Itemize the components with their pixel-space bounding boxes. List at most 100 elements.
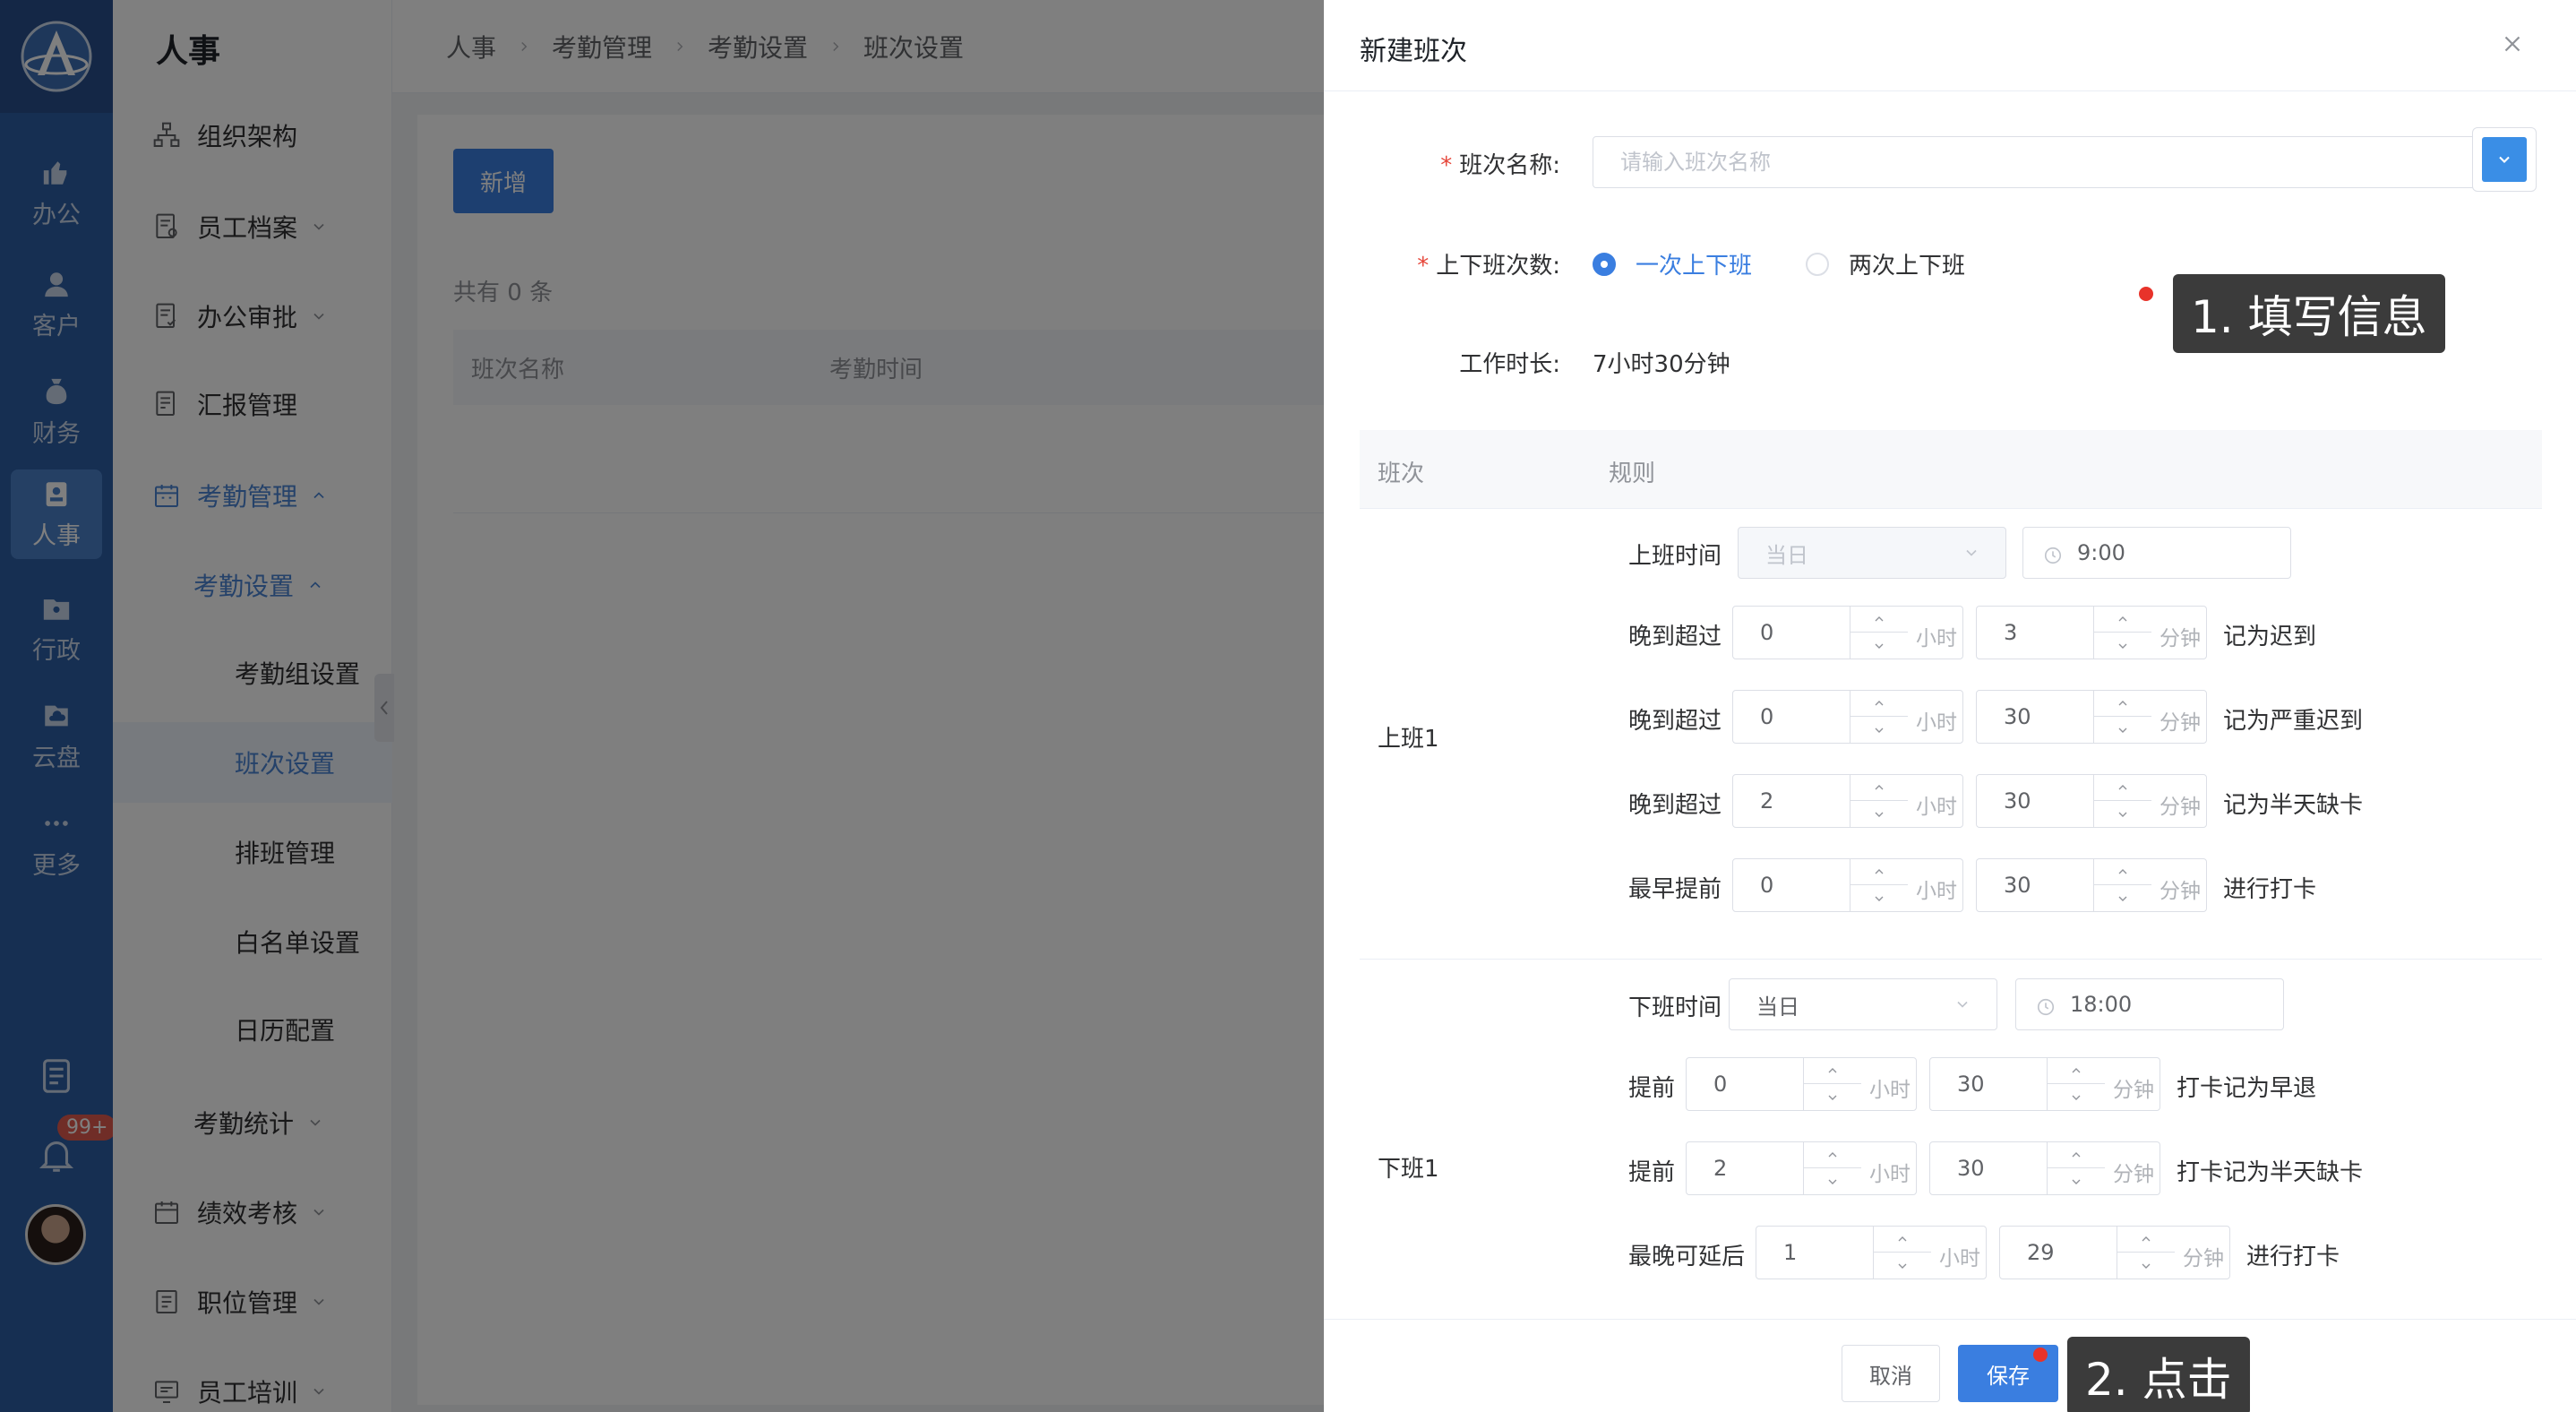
increment-button[interactable] bbox=[2094, 607, 2151, 633]
decrement-button[interactable] bbox=[2094, 801, 2151, 827]
rule-suffix: 进行打卡 bbox=[2246, 1244, 2340, 1270]
hours-stepper[interactable]: 0 小时 bbox=[1686, 1057, 1917, 1111]
decrement-button[interactable] bbox=[1850, 885, 1908, 911]
on-day-select[interactable]: 当日 bbox=[1738, 527, 2006, 579]
close-icon[interactable] bbox=[2499, 30, 2526, 57]
decrement-button[interactable] bbox=[2094, 885, 2151, 911]
minutes-stepper[interactable]: 30 分钟 bbox=[1929, 1141, 2160, 1195]
chevron-up-icon bbox=[2118, 785, 2127, 790]
stepper-value: 3 bbox=[2004, 620, 2018, 645]
radio-once[interactable]: 一次上下班 bbox=[1593, 247, 1752, 280]
rule-label: 最晚可延后 bbox=[1628, 1244, 1746, 1270]
shift-name-input[interactable] bbox=[1593, 136, 2519, 188]
chevron-down-icon bbox=[1828, 1095, 1837, 1100]
increment-button[interactable] bbox=[1850, 775, 1908, 801]
increment-button[interactable] bbox=[1804, 1142, 1861, 1168]
shift-color-picker[interactable] bbox=[2472, 127, 2537, 192]
stepper-value: 1 bbox=[1783, 1240, 1798, 1265]
hours-stepper[interactable]: 0 小时 bbox=[1732, 858, 1963, 912]
radio-label: 一次上下班 bbox=[1636, 253, 1753, 280]
stepper-buttons bbox=[1850, 775, 1908, 827]
on-duty-section-label: 上班1 bbox=[1378, 726, 1439, 753]
increment-button[interactable] bbox=[2094, 691, 2151, 717]
hour-unit: 小时 bbox=[1869, 1163, 1911, 1186]
stepper-value: 0 bbox=[1713, 1072, 1728, 1097]
hours-stepper[interactable]: 2 小时 bbox=[1686, 1141, 1917, 1195]
radio-twice[interactable]: 两次上下班 bbox=[1806, 247, 1965, 280]
increment-button[interactable] bbox=[2094, 859, 2151, 885]
decrement-button[interactable] bbox=[2117, 1253, 2175, 1279]
minutes-stepper[interactable]: 30 分钟 bbox=[1976, 774, 2207, 828]
decrement-button[interactable] bbox=[1804, 1168, 1861, 1194]
stepper-buttons bbox=[2117, 1227, 2175, 1279]
decrement-button[interactable] bbox=[1850, 801, 1908, 827]
chevron-up-icon bbox=[2118, 869, 2127, 874]
chevron-up-icon bbox=[2118, 616, 2127, 622]
rule-suffix: 打卡记为半天缺卡 bbox=[2177, 1159, 2364, 1186]
decrement-button[interactable] bbox=[2094, 633, 2151, 659]
decrement-button[interactable] bbox=[2048, 1084, 2105, 1110]
decrement-button[interactable] bbox=[1850, 717, 1908, 743]
hours-stepper[interactable]: 0 小时 bbox=[1732, 690, 1963, 744]
radio-dot bbox=[1593, 252, 1616, 276]
drawer-header: 新建班次 bbox=[1324, 0, 2576, 91]
time-value: 18:00 bbox=[2070, 992, 2133, 1017]
increment-button[interactable] bbox=[1850, 859, 1908, 885]
hours-stepper[interactable]: 1 小时 bbox=[1756, 1226, 1987, 1279]
increment-button[interactable] bbox=[2094, 775, 2151, 801]
callout-marker bbox=[2033, 1347, 2048, 1362]
chevron-down-icon bbox=[1828, 1179, 1837, 1184]
minutes-stepper[interactable]: 29 分钟 bbox=[1999, 1226, 2230, 1279]
increment-button[interactable] bbox=[1850, 607, 1908, 633]
increment-button[interactable] bbox=[2048, 1058, 2105, 1084]
cancel-button[interactable]: 取消 bbox=[1842, 1345, 1940, 1402]
decrement-button[interactable] bbox=[2048, 1168, 2105, 1194]
drawer-title: 新建班次 bbox=[1360, 36, 1467, 67]
time-value: 9:00 bbox=[2077, 540, 2125, 565]
minutes-stepper[interactable]: 30 分钟 bbox=[1929, 1057, 2160, 1111]
chevron-up-icon bbox=[2118, 701, 2127, 706]
chevron-down-icon bbox=[2072, 1179, 2081, 1184]
rule-suffix: 记为严重迟到 bbox=[2223, 708, 2364, 735]
on-time-picker[interactable]: 9:00 bbox=[2022, 527, 2291, 579]
modal-overlay[interactable] bbox=[0, 0, 1324, 1412]
decrement-button[interactable] bbox=[1850, 633, 1908, 659]
rule-label: 提前 bbox=[1628, 1075, 1676, 1102]
increment-button[interactable] bbox=[1850, 691, 1908, 717]
decrement-button[interactable] bbox=[1804, 1084, 1861, 1110]
chevron-up-icon bbox=[2072, 1068, 2081, 1073]
increment-button[interactable] bbox=[2117, 1227, 2175, 1253]
stepper-buttons bbox=[2093, 775, 2151, 827]
new-shift-drawer: 新建班次 *班次名称: *上下班次数: 一次上下班 两次上下班 工作时长: 7小… bbox=[1324, 0, 2576, 1412]
chevron-down-icon bbox=[2118, 896, 2127, 901]
increment-button[interactable] bbox=[1804, 1058, 1861, 1084]
rule-suffix: 记为迟到 bbox=[2223, 624, 2317, 650]
radio-dot bbox=[1806, 252, 1829, 276]
stepper-value: 2 bbox=[1713, 1156, 1728, 1181]
minute-unit: 分钟 bbox=[2160, 627, 2201, 650]
stepper-value: 29 bbox=[2027, 1240, 2055, 1265]
increment-button[interactable] bbox=[1874, 1227, 1931, 1253]
increment-button[interactable] bbox=[2048, 1142, 2105, 1168]
stepper-value: 30 bbox=[2004, 704, 2031, 729]
stepper-buttons bbox=[1873, 1227, 1931, 1279]
stepper-value: 30 bbox=[2004, 873, 2031, 898]
chevron-down-icon bbox=[2142, 1263, 2151, 1269]
hour-unit: 小时 bbox=[1916, 627, 1957, 650]
minutes-stepper[interactable]: 3 分钟 bbox=[1976, 606, 2207, 659]
stepper-buttons bbox=[2093, 859, 2151, 911]
hours-stepper[interactable]: 2 小时 bbox=[1732, 774, 1963, 828]
hours-stepper[interactable]: 0 小时 bbox=[1732, 606, 1963, 659]
chevron-up-icon bbox=[1828, 1068, 1837, 1073]
chevron-down-icon bbox=[2072, 1095, 2081, 1100]
stepper-value: 2 bbox=[1760, 788, 1774, 814]
minutes-stepper[interactable]: 30 分钟 bbox=[1976, 858, 2207, 912]
off-day-select[interactable]: 当日 bbox=[1729, 978, 1997, 1030]
clock-icon bbox=[2037, 998, 2055, 1016]
off-time-picker[interactable]: 18:00 bbox=[2015, 978, 2284, 1030]
minutes-stepper[interactable]: 30 分钟 bbox=[1976, 690, 2207, 744]
decrement-button[interactable] bbox=[2094, 717, 2151, 743]
duration-value: 7小时30分钟 bbox=[1593, 351, 1730, 378]
decrement-button[interactable] bbox=[1874, 1253, 1931, 1279]
chevron-up-icon bbox=[1828, 1152, 1837, 1158]
